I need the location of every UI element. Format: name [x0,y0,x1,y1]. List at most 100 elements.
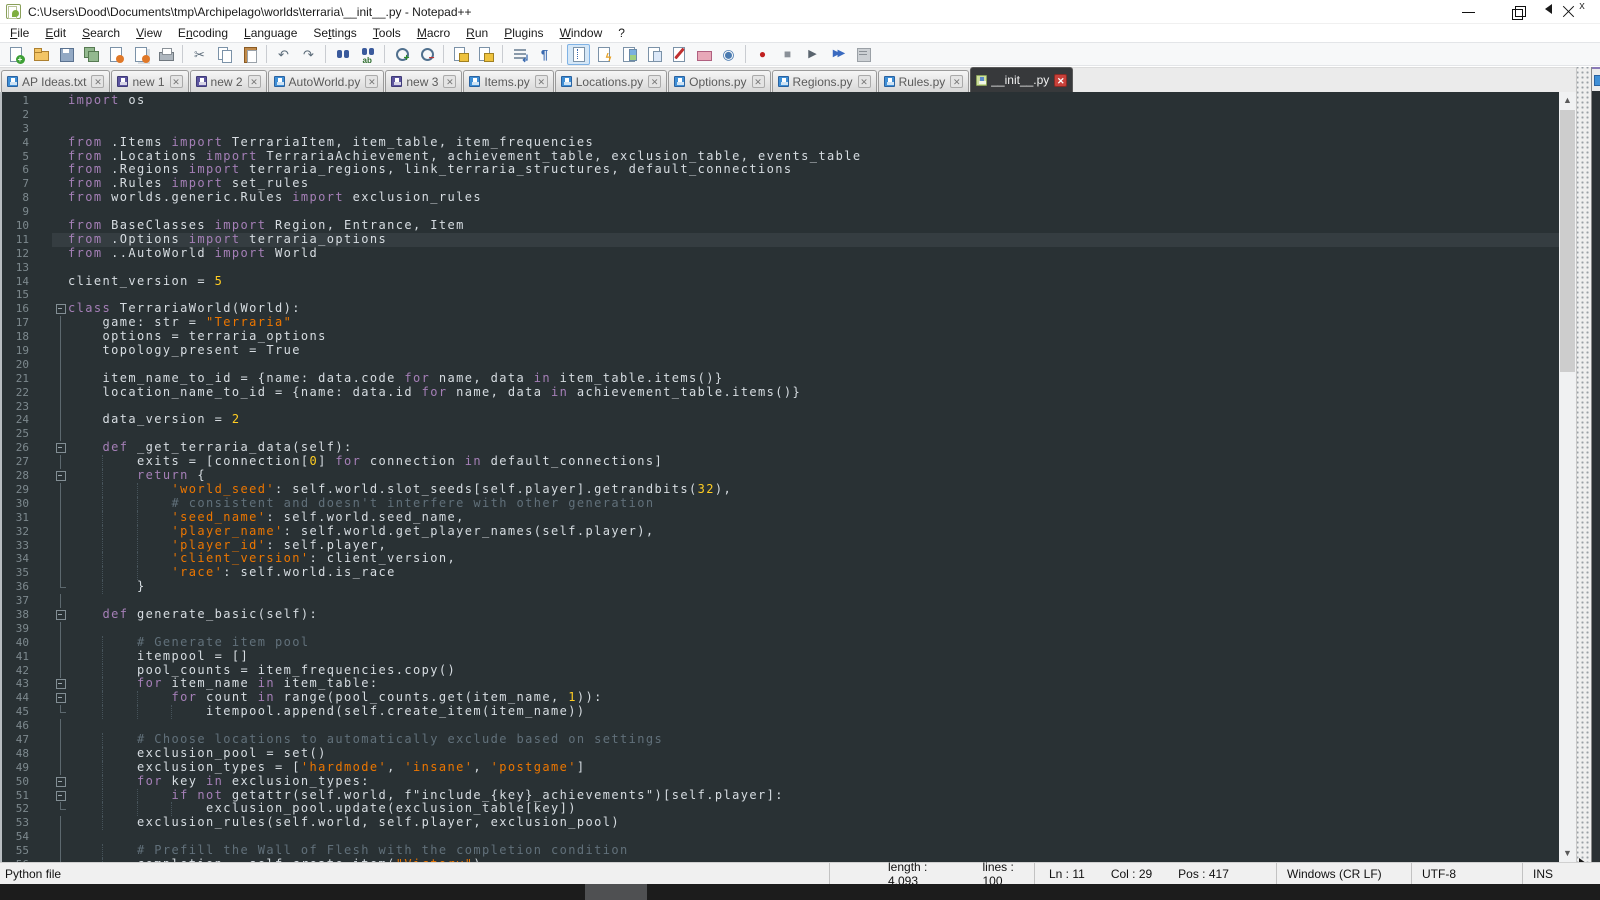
fold-marker-icon[interactable] [54,302,68,316]
indent-guide [102,539,103,553]
menu-item-tools[interactable]: Tools [365,25,409,42]
macro-record-icon[interactable]: ● [751,44,774,65]
tab-new-1[interactable]: new 1✕ [111,70,188,92]
undo-icon[interactable]: ↶ [272,44,295,65]
menu-item-run[interactable]: Run [458,25,496,42]
tab-__init__.py[interactable]: __init__.py✕ [970,67,1073,92]
tab-scroll-left-icon[interactable] [1545,4,1552,14]
macro-stop-icon[interactable]: ■ [776,44,799,65]
close-file-icon[interactable] [104,44,127,65]
macro-play-icon[interactable]: ▶ [801,44,824,65]
window-controls [1458,0,1580,24]
edit-sign-icon[interactable] [667,44,690,65]
word-wrap-icon[interactable] [508,44,531,65]
save-all-icon[interactable] [79,44,102,65]
docking-grip[interactable] [1576,67,1591,862]
tab-autoworld.py[interactable]: AutoWorld.py✕ [268,70,385,92]
tab-close-icon[interactable]: ✕ [1054,74,1067,87]
tab-items.py[interactable]: Items.py ✕ [463,70,553,92]
line-number: 38 [2,608,29,622]
paste-icon[interactable] [238,44,261,65]
fold-marker-icon[interactable] [54,608,68,622]
sync-vertical-scrolling-icon[interactable] [449,44,472,65]
tab-close-icon[interactable]: ✕ [170,75,183,88]
save-file-icon[interactable] [54,44,77,65]
code-line: 11from .Options import terraria_options [2,233,1559,247]
tab-rules.py[interactable]: Rules.py✕ [878,70,970,92]
fold-guide [54,761,68,775]
close-all-icon[interactable] [129,44,152,65]
menu-item-macro[interactable]: Macro [409,25,458,42]
tab-close-icon[interactable]: ✕ [950,75,963,88]
menu-item-language[interactable]: Language [236,25,305,42]
menu-item-?[interactable]: ? [610,25,633,42]
status-encoding[interactable]: UTF-8 [1412,863,1523,884]
cut-icon[interactable]: ✂ [188,44,211,65]
fold-marker-icon[interactable] [54,789,68,803]
show-all-characters-icon[interactable]: ¶ [533,44,556,65]
status-eol-format[interactable]: Windows (CR LF) [1277,863,1412,884]
document-list-icon[interactable] [642,44,665,65]
menu-item-view[interactable]: View [128,25,170,42]
code-line: 26 def _get_terraria_data(self): [2,441,1559,455]
replace-icon[interactable] [356,44,379,65]
tab-new-2[interactable]: new 2✕ [190,70,267,92]
restore-button[interactable] [1508,1,1530,23]
tab-close-icon[interactable]: ✕ [248,75,261,88]
zoom-out-icon[interactable] [415,44,438,65]
menubar-close-document-button[interactable]: x [1574,0,1590,12]
copy-icon[interactable] [213,44,236,65]
tab-close-icon[interactable]: ✕ [535,75,548,88]
tab-close-icon[interactable]: ✕ [752,75,765,88]
menu-item-encoding[interactable]: Encoding [170,25,236,42]
tab-close-icon[interactable]: ✕ [365,75,378,88]
tab-close-icon[interactable]: ✕ [91,75,104,88]
code-line: 48 exclusion_pool = set() [2,747,1559,761]
line-number: 18 [2,330,29,344]
tab-new-3[interactable]: new 3✕ [385,70,462,92]
fold-marker-icon[interactable] [54,469,68,483]
tab-options.py[interactable]: Options.py✕ [668,70,770,92]
scrollbar-up-icon[interactable]: ▲ [1559,92,1576,109]
tab-regions.py[interactable]: Regions.py✕ [772,70,877,92]
tab-ap-ideas.txt[interactable]: AP Ideas.txt✕ [1,70,110,92]
menu-item-window[interactable]: Window [552,25,611,42]
menu-item-settings[interactable]: Settings [305,25,364,42]
indent-guide-icon[interactable] [567,44,590,65]
macro-run-multiple-icon[interactable]: ▶▶ [826,44,849,65]
menu-item-search[interactable]: Search [74,25,128,42]
project-folder-icon[interactable] [692,44,715,65]
vertical-scrollbar[interactable]: ▲ ▼ [1559,92,1576,862]
minimize-button[interactable] [1458,1,1480,23]
status-insert-mode[interactable]: INS [1523,863,1600,884]
indent-guide [102,566,103,580]
file-monitoring-icon[interactable]: ◉ [717,44,740,65]
redo-icon[interactable]: ↷ [297,44,320,65]
tab-close-icon[interactable]: ✕ [648,75,661,88]
zoom-in-icon[interactable] [390,44,413,65]
menu-item-edit[interactable]: Edit [37,25,74,42]
menu-item-plugins[interactable]: Plugins [496,25,551,42]
document-map-icon[interactable] [617,44,640,65]
menu-item-file[interactable]: File [2,25,37,42]
tab-label: Items.py [484,75,529,89]
fold-guide [54,664,68,678]
tab-close-icon[interactable]: ✕ [443,75,456,88]
fold-marker-icon[interactable] [54,691,68,705]
find-icon[interactable] [331,44,354,65]
fold-marker-icon[interactable] [54,677,68,691]
fold-marker-icon[interactable] [54,441,68,455]
code-line: 55 # Prefill the Wall of Flesh with the … [2,844,1559,858]
open-file-icon[interactable] [29,44,52,65]
print-icon[interactable] [154,44,177,65]
tab-close-icon[interactable]: ✕ [858,75,871,88]
scrollbar-thumb[interactable] [1560,110,1575,372]
scrollbar-down-icon[interactable]: ▼ [1559,845,1576,862]
function-list-icon[interactable] [592,44,615,65]
code-editor[interactable]: 1import os234from .Items import Terraria… [0,92,1559,862]
fold-marker-icon[interactable] [54,775,68,789]
new-file-icon[interactable] [4,44,27,65]
macro-save-icon[interactable] [851,44,874,65]
sync-horizontal-scrolling-icon[interactable] [474,44,497,65]
tab-locations.py[interactable]: Locations.py✕ [555,70,667,92]
